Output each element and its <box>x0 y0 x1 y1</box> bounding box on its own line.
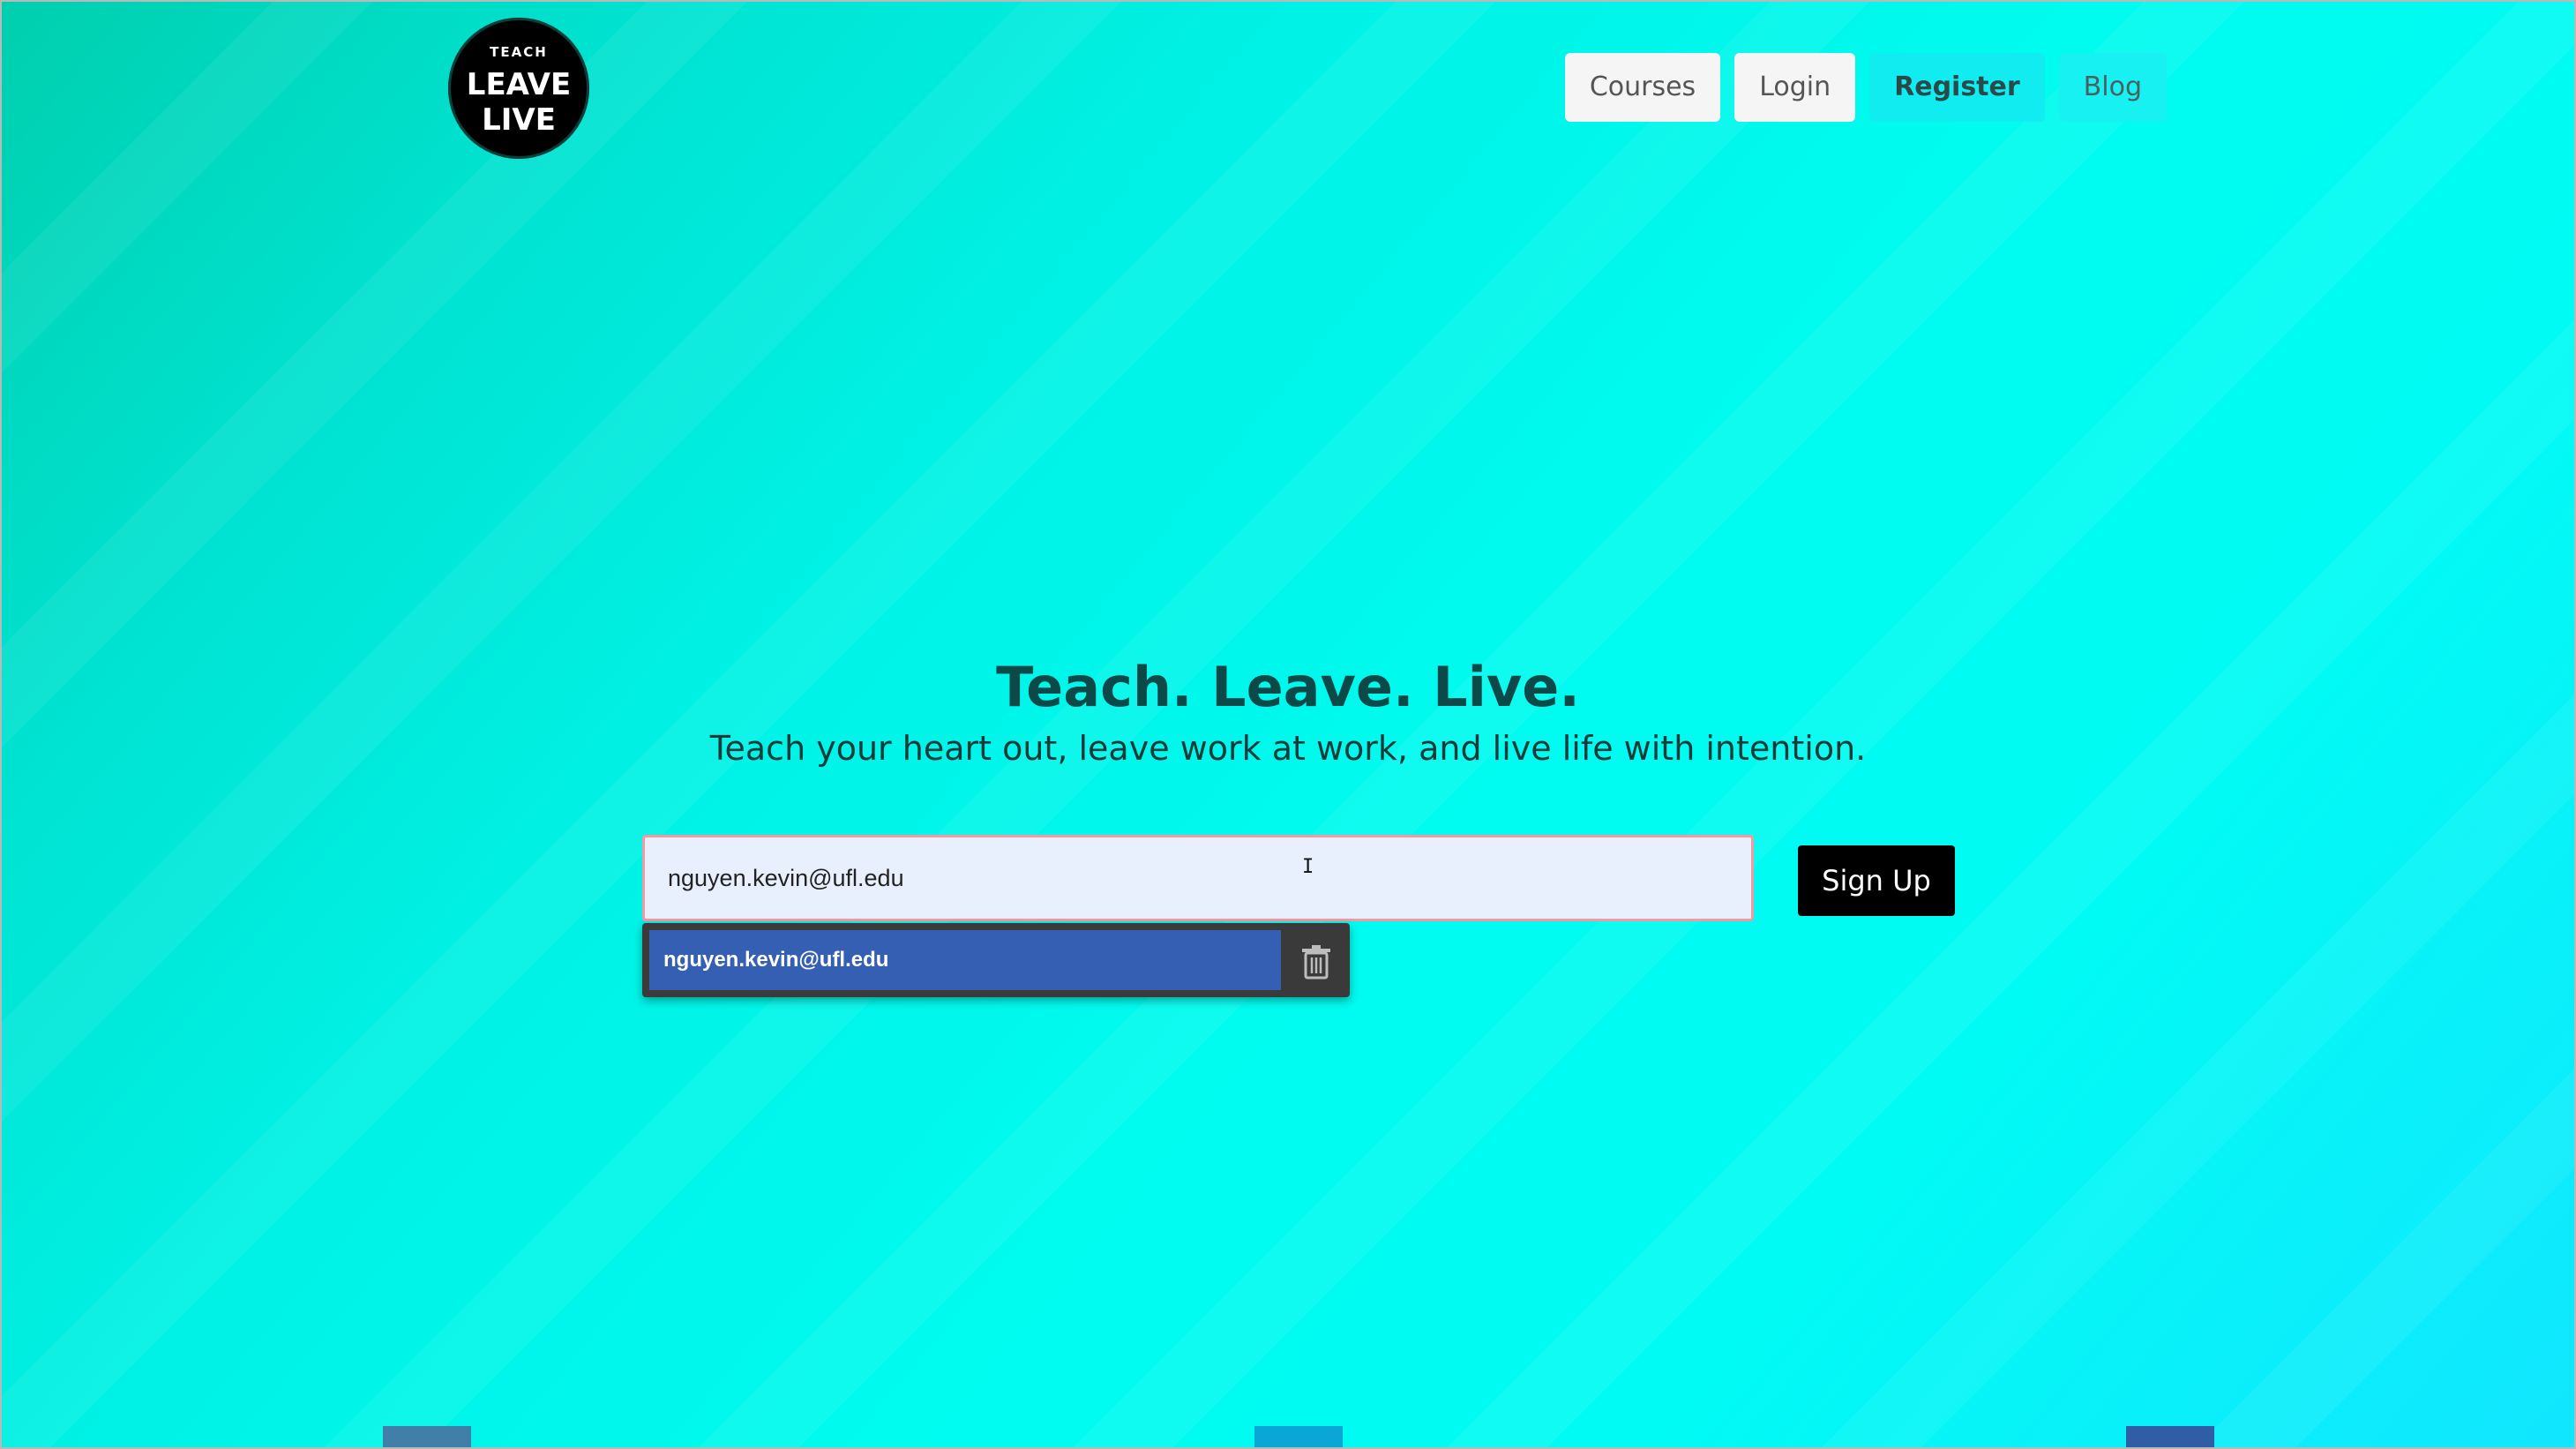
hero-title: Teach. Leave. Live. <box>996 655 1580 719</box>
logo-leave-text: LEAVE <box>466 67 572 102</box>
text-cursor: I <box>1302 856 1314 878</box>
autofill-suggestion[interactable]: nguyen.kevin@ufl.edu <box>649 930 1281 990</box>
autofill-dropdown: nguyen.kevin@ufl.edu <box>642 923 1350 997</box>
logo-teach-text: TEACH <box>490 44 548 60</box>
trash-icon[interactable] <box>1300 944 1332 980</box>
bottom-tab-center <box>1254 1426 1343 1449</box>
bottom-tab-left <box>383 1426 471 1449</box>
bottom-tab-right <box>2126 1426 2214 1449</box>
email-input[interactable] <box>642 835 1754 921</box>
main-nav: Courses Login Register Blog <box>1564 53 2167 122</box>
nav-register-link[interactable]: Register <box>1869 53 2045 122</box>
logo-live-text: LIVE <box>482 102 556 138</box>
nav-login-link[interactable]: Login <box>1734 53 1856 122</box>
background-stripes <box>0 0 2576 1449</box>
nav-courses-link[interactable]: Courses <box>1564 53 1721 122</box>
site-logo[interactable]: TEACH LEAVE LIVE <box>448 18 589 159</box>
hero-subtitle: Teach your heart out, leave work at work… <box>709 729 1867 768</box>
window-frame <box>0 0 2576 1449</box>
sign-up-button[interactable]: Sign Up <box>1798 845 1955 916</box>
nav-blog-link[interactable]: Blog <box>2058 53 2167 122</box>
